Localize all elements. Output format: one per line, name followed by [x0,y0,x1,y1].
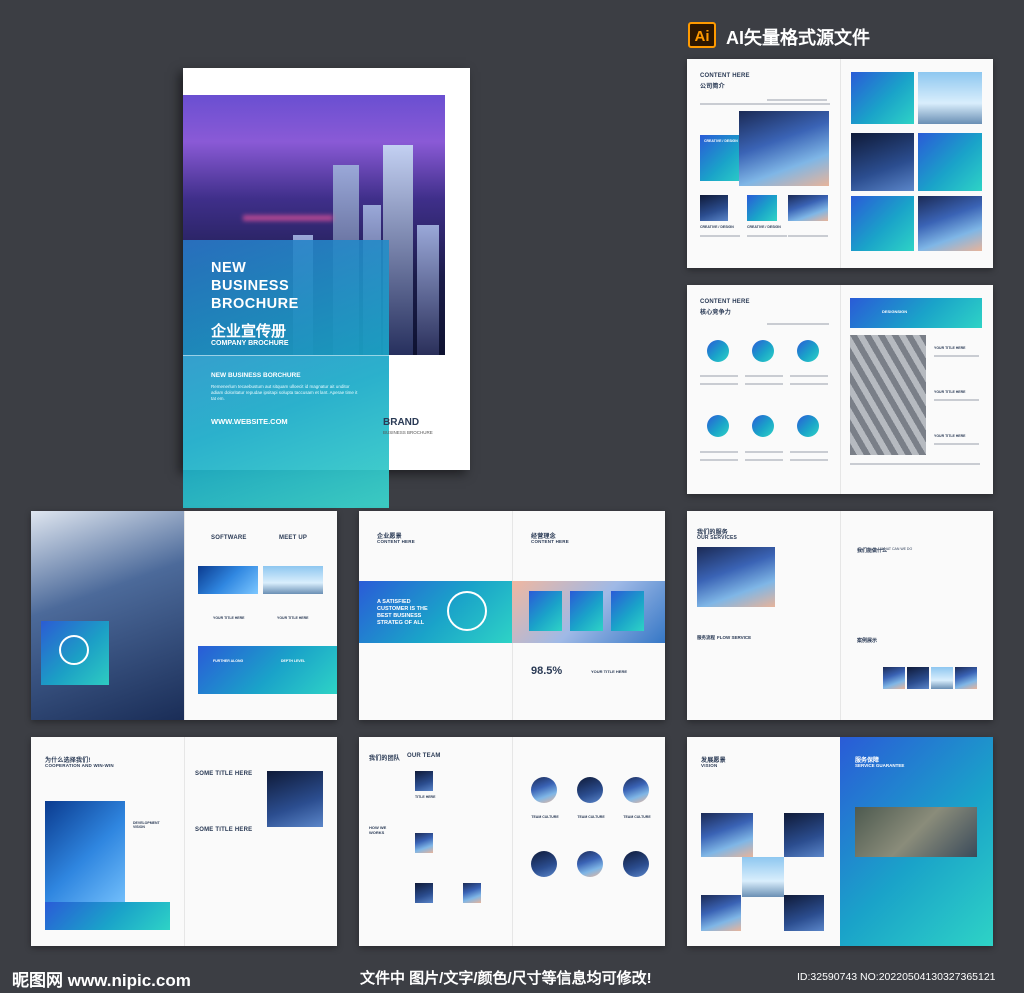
thumb-photo [700,195,728,221]
spread-vision-guarantee: 发展愿景 VISION 服务保障 SERVICE GUARANTEE [687,737,993,946]
spread2-item: YOUR TITLE HERE [934,390,966,394]
spread4-content1: CONTENT HERE [377,539,415,544]
spread-team: 我们的团队 OUR TEAM HOW WE WORKS TITLE HERE T… [359,737,665,946]
spread3-further: FURTHER ALONG [213,659,244,663]
service-icon [707,415,729,437]
nipic-logo: 昵图网 www.nipic.com [12,971,191,990]
spread1-label3: CREATIVE / DESIGN [747,225,781,229]
building-photo [739,111,829,186]
spread4-quote: A SATISFIED CUSTOMER IS THE BEST BUSINES… [377,599,428,626]
cover-body: Remenerlum tecaebustum aut sitquam ulloe… [211,384,358,401]
spread5-flow-en: FLOW SERVICE [717,635,752,640]
spread6-some1: SOME TITLE HERE [195,771,253,777]
cover-line2: BUSINESS [211,278,290,294]
spread3-meetup: MEET UP [279,535,308,541]
spread6-some2: SOME TITLE HERE [195,827,253,833]
spread5-en2: WHAT CAN WE DO [881,547,913,551]
thumb-photo2 [788,195,828,221]
service-icon [752,415,774,437]
spread6-dev: DEVELOPMENT VISION [133,821,160,829]
cover-tagline: NEW BUSINESS BORCHURE [211,372,301,379]
spread7-en: OUR TEAM [407,753,441,759]
spread7-title: TITLE HERE [415,795,436,799]
businessman-photo [31,511,184,720]
cover-line1: NEW [211,260,247,276]
spread-core-competence: CONTENT HERE 核心竞争力 DESIGNSIGN YOUR TITLE… [687,285,993,494]
spread7-how: HOW WE WORKS [369,825,387,835]
architecture-photo [850,335,926,455]
spread3-title1: YOUR TITLE HERE [213,616,245,620]
spread2-heading: CONTENT HERE [700,299,750,305]
header-title: AI矢量格式源文件 [726,28,870,48]
cover-brand-sub: BUSINESS BROCHURE [383,430,433,435]
spread8-en2: SERVICE GUARANTEE [855,763,905,768]
spread2-cn: 核心竞争力 [700,310,732,316]
spread5-en1: OUR SERVICES [697,535,738,541]
cover-cn-title: 企业宣传册 [211,323,287,340]
spread5-case-cn: 案例展示 [857,638,878,644]
brochure-cover: NEW BUSINESS BROCHURE 企业宣传册 COMPANY BROC… [183,68,470,508]
cubes-photo [45,801,125,916]
spread1-cn: 公司简介 [700,84,725,90]
spread3-depth: DEPTH LEVEL [281,659,306,663]
service-icon [797,415,819,437]
ai-file-icon: Ai [688,22,716,48]
spread8-en1: VISION [701,763,718,768]
spread3-software: SOFTWARE [211,535,247,541]
spread4-title: YOUR TITLE HERE [591,669,628,674]
spread3-title2: YOUR TITLE HERE [277,616,309,620]
service-icon [707,340,729,362]
spread2-item: YOUR TITLE HERE [934,346,966,350]
cover-website: WWW.WEBSITE.COM [211,417,288,426]
spread5-flow-cn: 服务流程 [697,635,715,640]
thumb-icon-box [747,195,777,221]
spread1-heading: CONTENT HERE [700,73,750,79]
spread4-content2: CONTENT HERE [531,539,569,544]
edit-notice: 文件中 图片/文字/颜色/尺寸等信息均可修改! [360,970,652,987]
spread6-en: COOPERATION AND WIN-WIN [45,763,114,768]
service-icon [797,340,819,362]
service-icon [752,340,774,362]
spread-vision: 企业愿景 CONTENT HERE 经营理念 CONTENT HERE A SA… [359,511,665,720]
image-id: ID:32590743 NO:20220504130327365121 [797,971,996,983]
spread2-item: YOUR TITLE HERE [934,434,966,438]
spread-company-intro: CONTENT HERE 公司简介 CREATIVE / DESIGN CREA… [687,59,993,268]
spread7-team: TEAM CULTURE [623,815,651,819]
spread1-label2: CREATIVE / DESIGN [700,225,734,229]
spread4-percent: 98.5% [531,665,563,677]
spread-why-us: 为什么选择我们! COOPERATION AND WIN-WIN DEVELOP… [31,737,337,946]
spread7-cn: 我们的团队 [369,756,401,762]
cover-line3: BROCHURE [211,296,299,312]
cover-brand: BRAND [383,417,420,428]
highway-photo [855,807,977,857]
cover-subtitle: COMPANY BROCHURE [211,340,289,347]
spread2-right-label: DESIGNSIGN [882,309,908,314]
spread-software: SOFTWARE MEET UP YOUR TITLE HERE YOUR TI… [31,511,337,720]
spread-services: 我们的服务 OUR SERVICES 服务流程 FLOW SERVICE 我们能… [687,511,993,720]
spread1-label1: CREATIVE / DESIGN [704,139,738,143]
spread7-team: TEAM CULTURE [531,815,559,819]
spread7-team: TEAM CULTURE [577,815,605,819]
